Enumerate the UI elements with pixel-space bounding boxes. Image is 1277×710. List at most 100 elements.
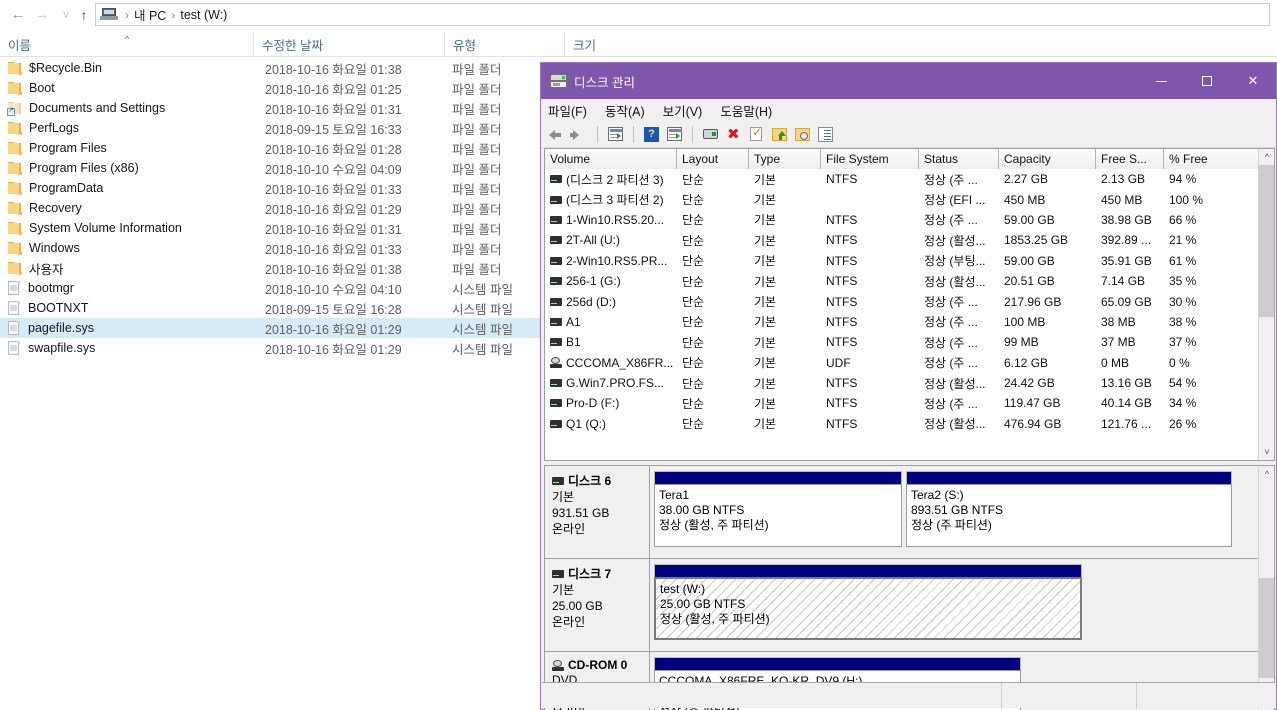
maximize-button[interactable] [1184, 63, 1230, 99]
volume-label: 2T-All (U:) [566, 233, 620, 248]
volume-row[interactable]: B1 단순 기본 NTFS 정상 (주 ... 99 MB 37 MB 37 % [545, 332, 1274, 352]
breadcrumb-item-current[interactable]: test (W:) [180, 8, 227, 22]
column-header-name-label: 이름 [8, 39, 32, 53]
partition-block[interactable]: Tera2 (S:) 893.51 GB NTFS 정상 (주 파티션) [906, 471, 1232, 552]
volume-cell-status: 정상 (활성... [924, 417, 986, 432]
volume-cell-free: 38 MB [1101, 314, 1136, 329]
volume-column-header-4[interactable]: Status [919, 149, 999, 169]
disk-block[interactable]: 디스크 6 기본 931.51 GB 온라인 Tera1 38.00 GB NTFS 정상 … [545, 466, 1260, 559]
volume-cell-pctfree: 0 % [1169, 355, 1190, 370]
volume-row[interactable]: A1 단순 기본 NTFS 정상 (주 ... 100 MB 38 MB 38 % [545, 312, 1274, 332]
file-type-cell: 시스템 파일 [452, 302, 513, 317]
volume-row[interactable]: 1-Win10.RS5.20... 단순 기본 NTFS 정상 (주 ... 59.00 … [545, 210, 1274, 230]
volume-column-header-7[interactable]: % Free [1164, 149, 1264, 169]
partition-size-fs: 893.51 GB NTFS [911, 503, 1004, 517]
back-icon[interactable]: ← [8, 5, 28, 25]
column-header-date[interactable]: 수정한 날짜 [253, 32, 444, 57]
status-segment-2 [1002, 683, 1137, 709]
disk-info-panel[interactable]: 디스크 6 기본 931.51 GB 온라인 [545, 466, 650, 558]
folder-icon [8, 161, 22, 175]
volume-cell-status: 정상 (주 ... [924, 213, 978, 228]
drive-icon [550, 317, 562, 326]
volume-column-header-0[interactable]: Volume [545, 149, 677, 169]
graphical-view-scrollbar[interactable]: ^ ˅ [1258, 466, 1274, 710]
partition-capacity-bar [654, 657, 1021, 670]
volume-row[interactable]: 256-1 (G:) 단순 기본 NTFS 정상 (활성... 20.51 GB 7.14 … [545, 271, 1274, 291]
file-date-cell: 2018-10-16 화요일 01:31 [265, 222, 402, 237]
volume-list-scrollbar[interactable]: ^ ˅ [1258, 149, 1274, 460]
forward-icon[interactable] [570, 125, 589, 144]
show-action-pane-icon[interactable] [665, 125, 684, 144]
scroll-up-icon[interactable]: ^ [1259, 149, 1274, 165]
breadcrumb[interactable]: › 내 PC › test (W:) [95, 3, 1270, 26]
column-header-name[interactable]: 이름 ^ [0, 32, 253, 57]
volume-row[interactable]: Pro-D (F:) 단순 기본 NTFS 정상 (주 ... 119.47 GB 40.1… [545, 393, 1274, 413]
volume-column-header-3[interactable]: File System [821, 149, 919, 169]
scroll-down-icon[interactable]: ˅ [1259, 444, 1274, 460]
volume-column-header-2[interactable]: Type [749, 149, 821, 169]
delete-icon[interactable]: ✖ [724, 125, 743, 144]
column-header-type[interactable]: 유형 [444, 32, 564, 57]
volume-cell-pctfree: 61 % [1169, 253, 1197, 268]
volume-column-header-1[interactable]: Layout [677, 149, 749, 169]
window-title: 디스크 관리 [574, 75, 635, 90]
rescan-disks-icon[interactable] [701, 125, 720, 144]
volume-row[interactable]: (디스크 3 파티션 2) 단순 기본 정상 (EFI ... 450 MB 450 MB… [545, 189, 1274, 209]
volume-row[interactable]: 256d (D:) 단순 기본 NTFS 정상 (주 ... 217.96 GB 65.09… [545, 291, 1274, 311]
volume-row[interactable]: G.Win7.PRO.FS... 단순 기본 NTFS 정상 (활성... 24.42 G… [545, 373, 1274, 393]
disk-block[interactable]: 디스크 7 기본 25.00 GB 온라인 test (W:) 25.00 GB NTFS… [545, 559, 1260, 652]
breadcrumb-separator: › [125, 7, 129, 22]
partition-details: Tera1 38.00 GB NTFS 정상 (활성, 주 파티션) [654, 484, 902, 547]
forward-icon[interactable]: → [32, 5, 52, 25]
volume-column-header-6[interactable]: Free S... [1096, 149, 1164, 169]
menu-item-3[interactable]: 도움말(H) [720, 101, 772, 120]
column-header-size[interactable]: 크기 [564, 32, 648, 57]
partition-block[interactable]: test (W:) 25.00 GB NTFS 정상 (활성, 주 파티션) [654, 564, 1082, 645]
volume-cell-pctfree: 21 % [1169, 233, 1197, 248]
volume-column-header-5[interactable]: Capacity [999, 149, 1096, 169]
breadcrumb-item-this-pc[interactable]: 내 PC [134, 5, 166, 24]
recent-locations-icon[interactable]: ∨ [56, 5, 76, 25]
toolbar-separator-3 [692, 126, 693, 143]
volume-cell-volume: G.Win7.PRO.FS... [545, 376, 677, 390]
drive-icon [550, 236, 562, 245]
file-name-cell: Boot [8, 81, 55, 95]
scrollbar-thumb[interactable] [1259, 165, 1274, 317]
menu-item-0[interactable]: 파일(F) [548, 101, 587, 120]
file-name-label: 사용자 [29, 262, 64, 277]
scroll-up-icon-2[interactable]: ^ [1259, 466, 1274, 482]
file-type-cell: 파일 폴더 [452, 182, 502, 197]
title-bar[interactable]: 디스크 관리 ✕ [541, 63, 1276, 99]
show-hide-console-tree-icon[interactable] [606, 125, 625, 144]
file-name-label: Program Files [29, 141, 107, 155]
partition-block[interactable]: Tera1 38.00 GB NTFS 정상 (활성, 주 파티션) [654, 471, 902, 552]
drive-icon [550, 256, 562, 265]
volume-row[interactable]: Q1 (Q:) 단순 기본 NTFS 정상 (활성... 476.94 GB 121.76 … [545, 414, 1274, 434]
volume-row[interactable]: (디스크 2 파티션 3) 단순 기본 NTFS 정상 (주 ... 2.27 GB 2.1… [545, 169, 1274, 189]
up-icon[interactable]: ↑ [74, 5, 94, 25]
back-icon[interactable] [547, 125, 566, 144]
volume-row[interactable]: CCCOMA_X86FR... 단순 기본 UDF 정상 (주 ... 6.12 GB 0 … [545, 353, 1274, 373]
check-icon[interactable] [747, 125, 766, 144]
volume-cell-pctfree: 66 % [1169, 212, 1197, 227]
file-name-cell: 사용자 [8, 259, 64, 278]
volume-row[interactable]: 2-Win10.RS5.PR... 단순 기본 NTFS 정상 (부팅... 59.00 … [545, 251, 1274, 271]
minimize-button[interactable] [1138, 63, 1184, 99]
volume-cell-type: 기본 [754, 172, 777, 187]
disk-type: 기본 [552, 583, 575, 597]
file-date-cell: 2018-10-16 화요일 01:33 [265, 182, 402, 197]
disk-info-panel[interactable]: 디스크 7 기본 25.00 GB 온라인 [545, 559, 650, 651]
partition-status: 정상 (활성, 주 파티션) [660, 612, 770, 626]
properties-icon[interactable] [816, 125, 835, 144]
drive-icon [550, 297, 562, 306]
menu-item-1[interactable]: 동작(A) [605, 101, 645, 120]
scrollbar-thumb-2[interactable] [1259, 578, 1274, 678]
folder-search-icon[interactable] [793, 125, 812, 144]
volume-cell-free: 0 MB [1101, 355, 1130, 370]
folder-up-icon[interactable] [770, 125, 789, 144]
partition-size-fs: 38.00 GB NTFS [659, 503, 745, 517]
close-button[interactable]: ✕ [1230, 63, 1276, 99]
menu-item-2[interactable]: 보기(V) [663, 101, 703, 120]
volume-row[interactable]: 2T-All (U:) 단순 기본 NTFS 정상 (활성... 1853.25 GB 39… [545, 230, 1274, 250]
help-icon[interactable]: ? [642, 125, 661, 144]
